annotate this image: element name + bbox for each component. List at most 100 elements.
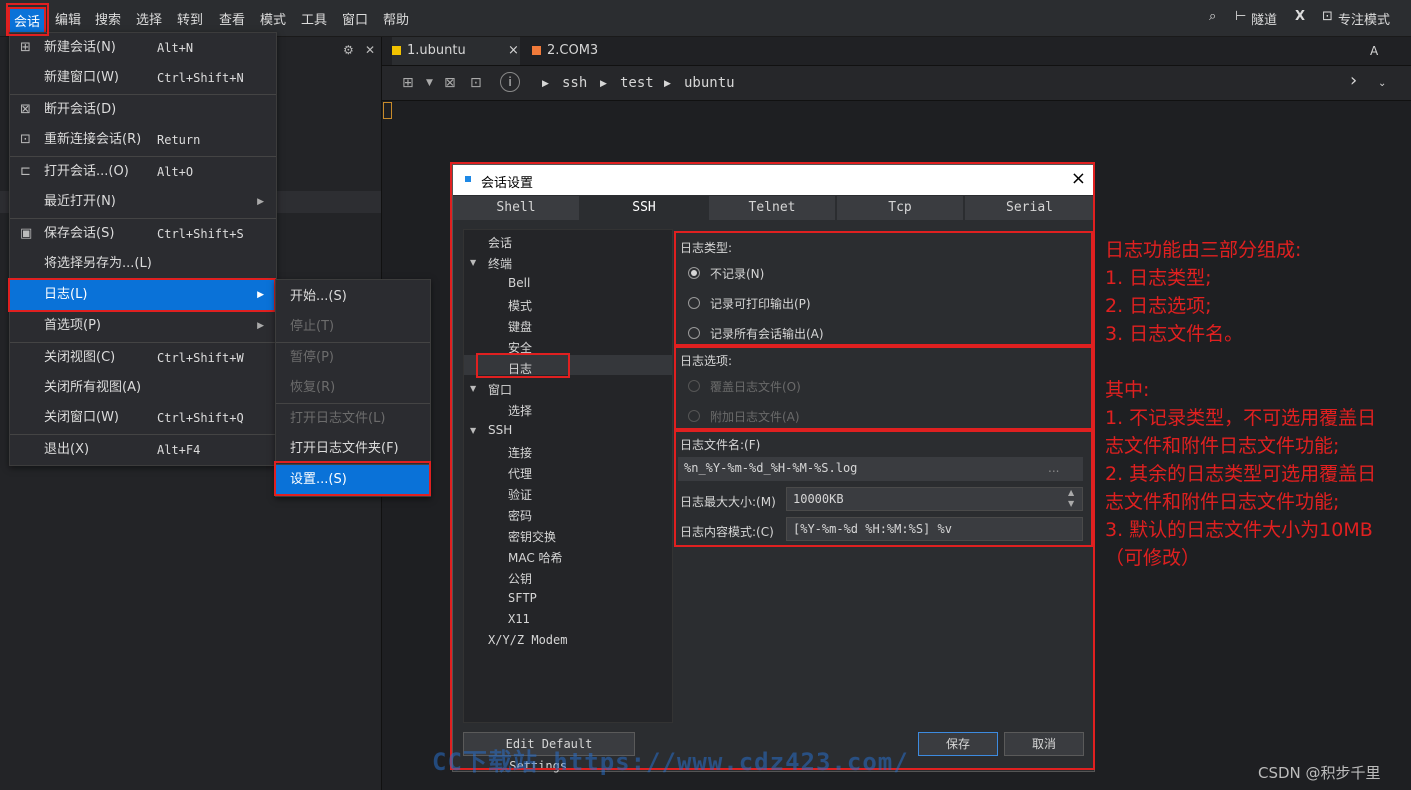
new-session-icon[interactable]: ⊞ (402, 75, 414, 91)
breadcrumb-test[interactable]: test (620, 75, 654, 91)
expand-icon[interactable]: ▼ (470, 384, 476, 393)
menu-goto[interactable]: 转到 (177, 9, 203, 28)
tree-item-terminal[interactable]: 终端 (488, 255, 512, 272)
tab-serial[interactable]: Serial (965, 196, 1094, 220)
tree-item-sftp[interactable]: SFTP (508, 591, 537, 605)
close-icon[interactable]: ✕ (365, 43, 375, 57)
x-button[interactable]: X (1295, 9, 1305, 24)
tree-selected-row (464, 355, 672, 375)
menu-session[interactable]: 会话 (8, 7, 47, 34)
breadcrumb-ubuntu[interactable]: ubuntu (684, 75, 735, 91)
save-button[interactable]: 保存 (918, 732, 998, 756)
radio-printable[interactable] (688, 297, 700, 309)
menu-item-new-session[interactable]: ⊞ 新建会话(N) Alt+N (10, 33, 276, 63)
menu-item-disconnect[interactable]: ⊠ 断开会话(D) (10, 95, 276, 125)
submenu-item-start[interactable]: 开始...(S) (276, 282, 430, 312)
menu-item-close-all-views[interactable]: 关闭所有视图(A) (10, 373, 276, 403)
close-tab-icon[interactable]: × (508, 37, 519, 65)
menu-item-new-window[interactable]: 新建窗口(W) Ctrl+Shift+N (10, 63, 276, 93)
tree-item-ssh[interactable]: SSH (488, 423, 512, 437)
spinner-icon[interactable]: ▲ ▼ (1068, 487, 1074, 509)
reconnect-icon[interactable]: ⊡ (470, 75, 482, 91)
tree-item-connection[interactable]: 连接 (508, 444, 532, 461)
browse-button[interactable]: ... (1048, 461, 1059, 475)
watermark: CC下载站 https://www.cdz423.com/ (432, 748, 909, 776)
log-file-label: 日志文件名:(F) (680, 438, 761, 452)
tunnel-button[interactable]: 隧道 (1251, 9, 1277, 28)
tree-item-session[interactable]: 会话 (488, 234, 512, 251)
log-type-group: 日志类型: 不记录(N) 记录可打印输出(P) 记录所有会话输出(A) (676, 233, 1092, 345)
menu-item-open-session[interactable]: ⊏ 打开会话...(O) Alt+O (10, 157, 276, 187)
menu-search[interactable]: 搜索 (95, 9, 121, 28)
tree-item-window[interactable]: 窗口 (488, 381, 512, 398)
tab-ubuntu[interactable]: 1.ubuntu × (392, 37, 520, 65)
disconnect-icon[interactable]: ⊠ (444, 75, 456, 91)
submenu-item-open-log-folder[interactable]: 打开日志文件夹(F) (276, 434, 430, 464)
submenu-item-settings[interactable]: 设置...(S) (276, 465, 430, 495)
info-icon[interactable]: i (500, 72, 520, 92)
radio-all-output[interactable] (688, 327, 700, 339)
menu-item-close-view[interactable]: 关闭视图(C) Ctrl+Shift+W (10, 343, 276, 373)
submenu-item-pause: 暂停(P) (290, 350, 334, 365)
submenu-item-resume: 恢复(R) (290, 380, 336, 395)
chevron-right-icon[interactable]: › (1350, 70, 1357, 91)
expand-icon[interactable]: ▼ (470, 258, 476, 267)
tree-item-kex[interactable]: 密钥交换 (508, 528, 556, 545)
focus-mode-button[interactable]: 专注模式 (1338, 9, 1390, 28)
menu-item-recent[interactable]: 最近打开(N) ▶ (10, 187, 276, 217)
menu-item-log[interactable]: 日志(L) ▶ (10, 280, 276, 310)
menu-item-exit[interactable]: 退出(X) Alt+F4 (10, 435, 276, 465)
menu-select[interactable]: 选择 (136, 9, 162, 28)
tree-item-auth[interactable]: 验证 (508, 486, 532, 503)
tree-item-mode[interactable]: 模式 (508, 297, 532, 314)
log-file-input[interactable]: %n_%Y-%m-%d_%H-%M-%S.log (678, 457, 1083, 481)
expand-icon[interactable]: ▼ (470, 426, 476, 435)
breadcrumb-ssh[interactable]: ssh (562, 75, 587, 91)
tree-item-x11[interactable]: X11 (508, 612, 530, 626)
tree-item-proxy[interactable]: 代理 (508, 465, 532, 482)
tree-item-keyboard[interactable]: 键盘 (508, 318, 532, 335)
menu-item-save-selection[interactable]: 将选择另存为...(L) (10, 249, 276, 279)
tree-item-selection[interactable]: 选择 (508, 402, 532, 419)
radio-no-log-label[interactable]: 不记录(N) (710, 265, 764, 282)
menu-mode[interactable]: 模式 (260, 9, 286, 28)
menu-help[interactable]: 帮助 (383, 9, 409, 28)
menu-view[interactable]: 查看 (219, 9, 245, 28)
menu-window[interactable]: 窗口 (342, 9, 368, 28)
radio-printable-label[interactable]: 记录可打印输出(P) (710, 295, 811, 312)
submenu-arrow-icon: ▶ (257, 321, 264, 331)
radio-no-log[interactable] (688, 267, 700, 279)
tab-com3[interactable]: 2.COM3 (532, 37, 624, 65)
menu-item-save-session[interactable]: ▣ 保存会话(S) Ctrl+Shift+S (10, 219, 276, 249)
pattern-input[interactable]: [%Y-%m-%d %H:%M:%S] %v (786, 517, 1083, 541)
menu-item-reconnect[interactable]: ⊡ 重新连接会话(R) Return (10, 125, 276, 155)
menu-item-close-window[interactable]: 关闭窗口(W) Ctrl+Shift+Q (10, 403, 276, 433)
close-icon[interactable]: × (1071, 168, 1086, 189)
max-size-input[interactable]: 10000KB (786, 487, 1083, 511)
chevron-down-icon[interactable]: ▼ (426, 78, 433, 88)
tab-ssh[interactable]: SSH (581, 196, 707, 220)
font-size-button[interactable]: A (1370, 44, 1378, 58)
tab-telnet[interactable]: Telnet (709, 196, 835, 220)
tree-item-log[interactable]: 日志 (508, 360, 532, 377)
gear-icon[interactable]: ⚙ (343, 43, 354, 57)
cancel-button[interactable]: 取消 (1004, 732, 1084, 756)
annotation-line: 志文件和附件日志文件功能; (1105, 435, 1340, 457)
tree-item-pubkey[interactable]: 公钥 (508, 570, 532, 587)
focus-icon: ⊡ (1322, 9, 1333, 24)
menu-tools[interactable]: 工具 (301, 9, 327, 28)
tree-item-xyz-modem[interactable]: X/Y/Z Modem (488, 633, 567, 647)
tree-item-bell[interactable]: Bell (508, 276, 530, 290)
radio-all-output-label[interactable]: 记录所有会话输出(A) (710, 325, 824, 342)
menu-edit[interactable]: 编辑 (55, 9, 81, 28)
menu-item-preferences[interactable]: 首选项(P) ▶ (10, 311, 276, 341)
search-icon[interactable]: ⌕ (1209, 9, 1216, 24)
tree-item-password[interactable]: 密码 (508, 507, 532, 524)
chevron-down-icon[interactable]: ⌄ (1378, 78, 1386, 89)
tab-tcp[interactable]: Tcp (837, 196, 963, 220)
tree-item-security[interactable]: 安全 (508, 339, 532, 356)
annotation-line: 其中: (1105, 379, 1150, 401)
reconnect-icon: ⊡ (20, 132, 31, 147)
tab-shell[interactable]: Shell (453, 196, 579, 220)
tree-item-mac[interactable]: MAC 哈希 (508, 549, 563, 566)
